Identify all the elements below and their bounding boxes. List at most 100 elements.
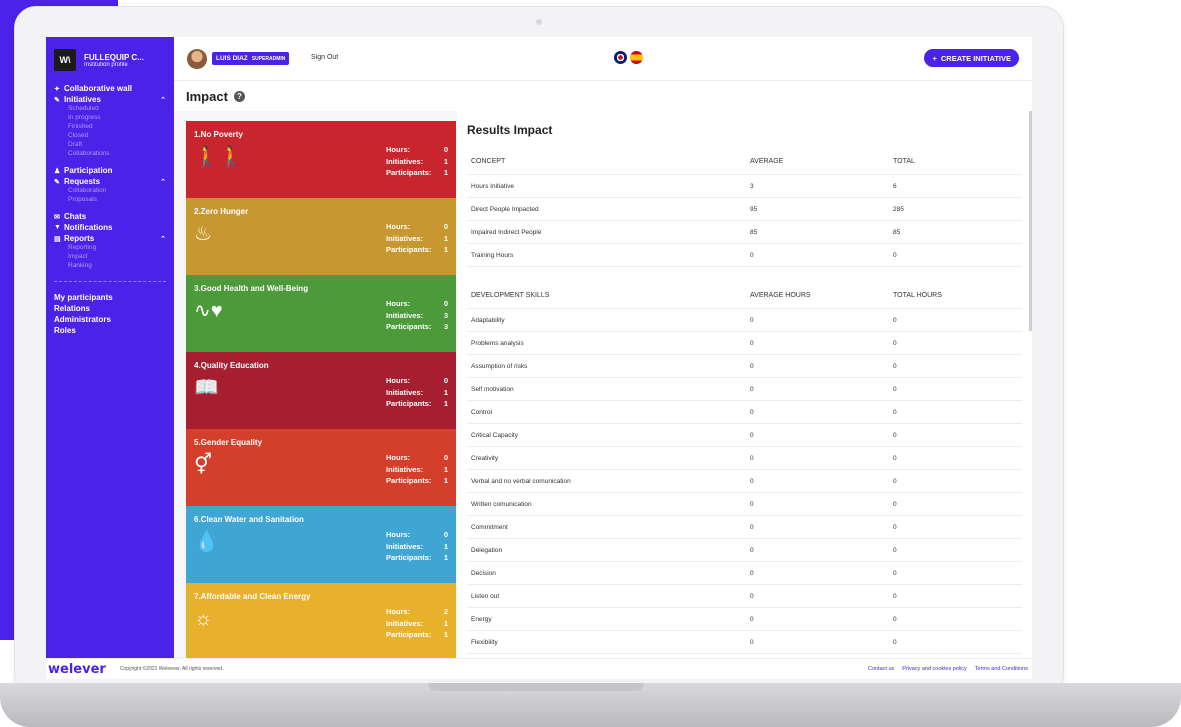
column-header: AVERAGE HOURS [750, 292, 811, 299]
sidebar-item-collaborative-wall[interactable]: ✦ Collaborative wall [54, 83, 166, 94]
stat-hours: Hours: 0 [386, 298, 448, 310]
sdg-title: 3.Good Health and Well-Being [194, 284, 309, 293]
table-row: Training Hours 0 0 [467, 244, 1022, 267]
sidebar-subitem-closed[interactable]: Closed [54, 132, 166, 141]
sidebar-subitem-finished[interactable]: Finished [54, 123, 166, 132]
table-cell: Flexibility [471, 638, 498, 646]
sdg-goal-icon: 🚶‍🚶 [194, 146, 244, 168]
sdg-goal-icon: ∿♥ [194, 300, 223, 322]
stat-value: 1 [443, 156, 448, 166]
sidebar-subitem-draft[interactable]: Draft [54, 141, 166, 150]
table-header: CONCEPT AVERAGE TOTAL [467, 149, 1022, 175]
table-row: Impaired Indirect People 85 85 [467, 221, 1022, 244]
sidebar-item-chats[interactable]: ✉ Chats [54, 211, 166, 222]
help-icon[interactable]: ? [233, 91, 245, 102]
table-row: Problems analysis 0 0 [467, 332, 1022, 355]
table-row: Creativity 0 0 [467, 447, 1022, 470]
sidebar-item-initiatives[interactable]: ✎ Initiatives ⌃ [54, 94, 166, 105]
sdg-card[interactable]: 6.Clean Water and Sanitation 💧 Hours: 0 Init… [186, 506, 456, 583]
table-cell: 0 [750, 316, 754, 324]
sdg-card[interactable]: 2.Zero Hunger ♨ Hours: 0 Initiatives: 1 Partic… [186, 198, 456, 275]
sidebar-subitem-reporting[interactable]: Reporting [54, 244, 166, 253]
stat-value: 1 [443, 618, 448, 628]
user-badge[interactable]: LUIS DIAZ SUPERADMIN [212, 52, 290, 65]
stat-initiatives: Initiatives: 1 [386, 233, 448, 245]
stat-value: 0 [443, 145, 448, 154]
sdg-goal-icon: ☼ [194, 608, 213, 630]
table-row: Verbal and no verbal comunication 0 0 [467, 470, 1022, 493]
stat-label: Participants: [386, 476, 432, 485]
scrollbar[interactable] [1029, 111, 1032, 331]
sidebar-subitem-ranking[interactable]: Ranking [54, 262, 166, 271]
sdg-card[interactable]: 7.Affordable and Clean Energy ☼ Hours: 2 Ini… [186, 583, 456, 658]
sdg-title: 5.Gender Equality [194, 438, 263, 447]
sidebar-item-my-participants[interactable]: My participants [54, 292, 166, 303]
user-role: SUPERADMIN [251, 55, 286, 62]
stat-hours: Hours: 2 [386, 606, 448, 618]
table-cell: 0 [750, 408, 754, 416]
stat-value: 0 [443, 530, 448, 539]
chevron-up-icon[interactable]: ⌃ [160, 178, 166, 186]
table-cell: Written comunication [471, 500, 532, 508]
sdg-stats: Hours: 0 Initiatives: 1 Participants: 1 [386, 452, 448, 487]
sidebar-subitem-proposals[interactable]: Proposals [54, 196, 166, 205]
table-cell: Self motivation [471, 385, 514, 393]
spark-icon: ✦ [54, 85, 60, 93]
chevron-up-icon[interactable]: ⌃ [160, 235, 166, 243]
table-cell: 0 [750, 339, 754, 347]
stat-label: Hours: [386, 530, 411, 539]
sidebar-item-label: Requests [64, 177, 101, 186]
stat-value: 0 [443, 222, 448, 231]
stat-value: 1 [443, 245, 448, 254]
sidebar-subitem-collaborations[interactable]: Collaborations [54, 150, 166, 159]
chevron-up-icon[interactable]: ⌃ [160, 96, 166, 104]
sidebar-subitem-scheduled[interactable]: Scheduled [54, 105, 166, 114]
footer-link-contact[interactable]: Contact us [868, 666, 894, 672]
institution-profile-label: Institution profile [84, 61, 128, 68]
table-cell: 0 [893, 339, 897, 347]
column-header: CONCEPT [471, 158, 506, 165]
english-flag-icon[interactable] [614, 51, 627, 64]
table-cell: 0 [750, 362, 754, 370]
footer-link-terms[interactable]: Terms and Conditions [975, 666, 1028, 672]
concept-table: CONCEPT AVERAGE TOTAL Hours Initiative 3 6 Dir… [467, 149, 1022, 267]
sdg-card[interactable]: 5.Gender Equality ⚥ Hours: 0 Initiatives: 1 Pa… [186, 429, 456, 506]
sdg-stats: Hours: 2 Initiatives: 1 Participants: 1 [386, 606, 448, 641]
footer-link-privacy[interactable]: Privacy and cookies policy [902, 666, 967, 672]
sdg-card[interactable]: 1.No Poverty 🚶‍🚶 Hours: 0 Initiatives: 1 Parti… [186, 121, 456, 198]
sidebar-subitem-collaboration[interactable]: Collaboration [54, 187, 166, 196]
sidebar-item-notifications[interactable]: ▼ Notifications [54, 222, 166, 233]
table-cell: 85 [893, 228, 901, 236]
sidebar-item-roles[interactable]: Roles [54, 325, 166, 336]
sidebar-subitem-in-progress[interactable]: In progress [54, 114, 166, 123]
sidebar-item-reports[interactable]: ▤ Reports ⌃ [54, 233, 166, 244]
sidebar-item-participation[interactable]: ♟ Participation [54, 165, 166, 176]
institution-switcher[interactable]: W\ FULLEQUIP C... Institution profile [46, 37, 174, 83]
stat-value: 1 [443, 233, 448, 243]
stat-hours: Hours: 0 [386, 144, 448, 156]
sdg-card[interactable]: 4.Quality Education 📖 Hours: 0 Initiatives: 1… [186, 352, 456, 429]
page-title: Impact ? [186, 89, 245, 104]
stat-initiatives: Initiatives: 1 [386, 541, 448, 553]
spanish-flag-icon[interactable] [630, 51, 643, 64]
sign-out-link[interactable]: Sign Out [311, 54, 338, 61]
sdg-card[interactable]: 3.Good Health and Well-Being ∿♥ Hours: 0 Ini… [186, 275, 456, 352]
footer-links: Contact us Privacy and cookies policy Term… [868, 666, 1028, 672]
laptop-base [0, 683, 1181, 727]
table-cell: 0 [893, 569, 897, 577]
sidebar-item-relations[interactable]: Relations [54, 303, 166, 314]
main-content: 1.No Poverty 🚶‍🚶 Hours: 0 Initiatives: 1 Parti… [174, 111, 1032, 658]
table-row: Decision 0 0 [467, 562, 1022, 585]
table-cell: 0 [893, 251, 897, 259]
stat-value: 0 [443, 376, 448, 385]
sidebar-item-administrators[interactable]: Administrators [54, 314, 166, 325]
user-icon: ♟ [54, 167, 61, 175]
stat-label: Participants: [386, 245, 432, 254]
table-cell: 0 [750, 638, 754, 646]
avatar[interactable] [187, 49, 207, 69]
sidebar-item-requests[interactable]: ✎ Requests ⌃ [54, 176, 166, 187]
sidebar-subitem-impact[interactable]: Impact [54, 253, 166, 262]
create-initiative-button[interactable]: + CREATE INITIATIVE [924, 49, 1019, 67]
stat-initiatives: Initiatives: 1 [386, 387, 448, 399]
stat-value: 1 [443, 476, 448, 485]
